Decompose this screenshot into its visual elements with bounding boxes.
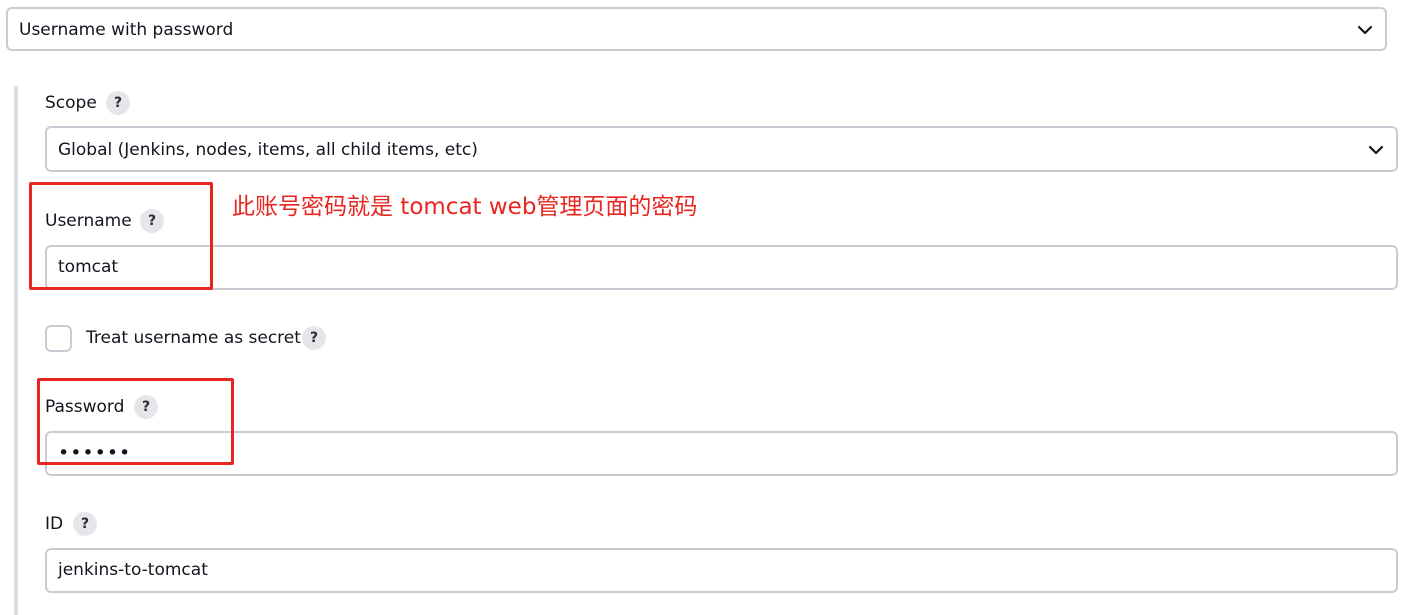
id-input[interactable]: jenkins-to-tomcat [45, 548, 1398, 593]
password-annotation-box [37, 378, 234, 465]
username-annotation-box [29, 182, 213, 290]
chevron-down-icon [1357, 25, 1373, 35]
scope-select[interactable]: Global (Jenkins, nodes, items, all child… [45, 126, 1398, 172]
scope-value: Global (Jenkins, nodes, items, all child… [58, 140, 478, 160]
username-input[interactable]: tomcat [45, 245, 1398, 290]
id-help-icon[interactable]: ? [73, 512, 97, 536]
annotation-note: 此账号密码就是 tomcat web管理页面的密码 [232, 194, 698, 220]
treat-secret-help-icon[interactable]: ? [302, 326, 326, 350]
chevron-down-icon [1368, 145, 1384, 155]
credential-kind-select[interactable]: Username with password [6, 7, 1387, 51]
treat-username-secret-checkbox[interactable] [45, 325, 72, 352]
id-label: ID [45, 514, 64, 534]
form-section-indent-bar [14, 86, 18, 615]
treat-username-secret-label: Treat username as secret [86, 328, 301, 348]
scope-help-icon[interactable]: ? [106, 91, 130, 115]
scope-label: Scope [45, 93, 97, 113]
password-input[interactable]: •••••• [45, 431, 1398, 476]
credential-kind-value: Username with password [19, 20, 234, 40]
